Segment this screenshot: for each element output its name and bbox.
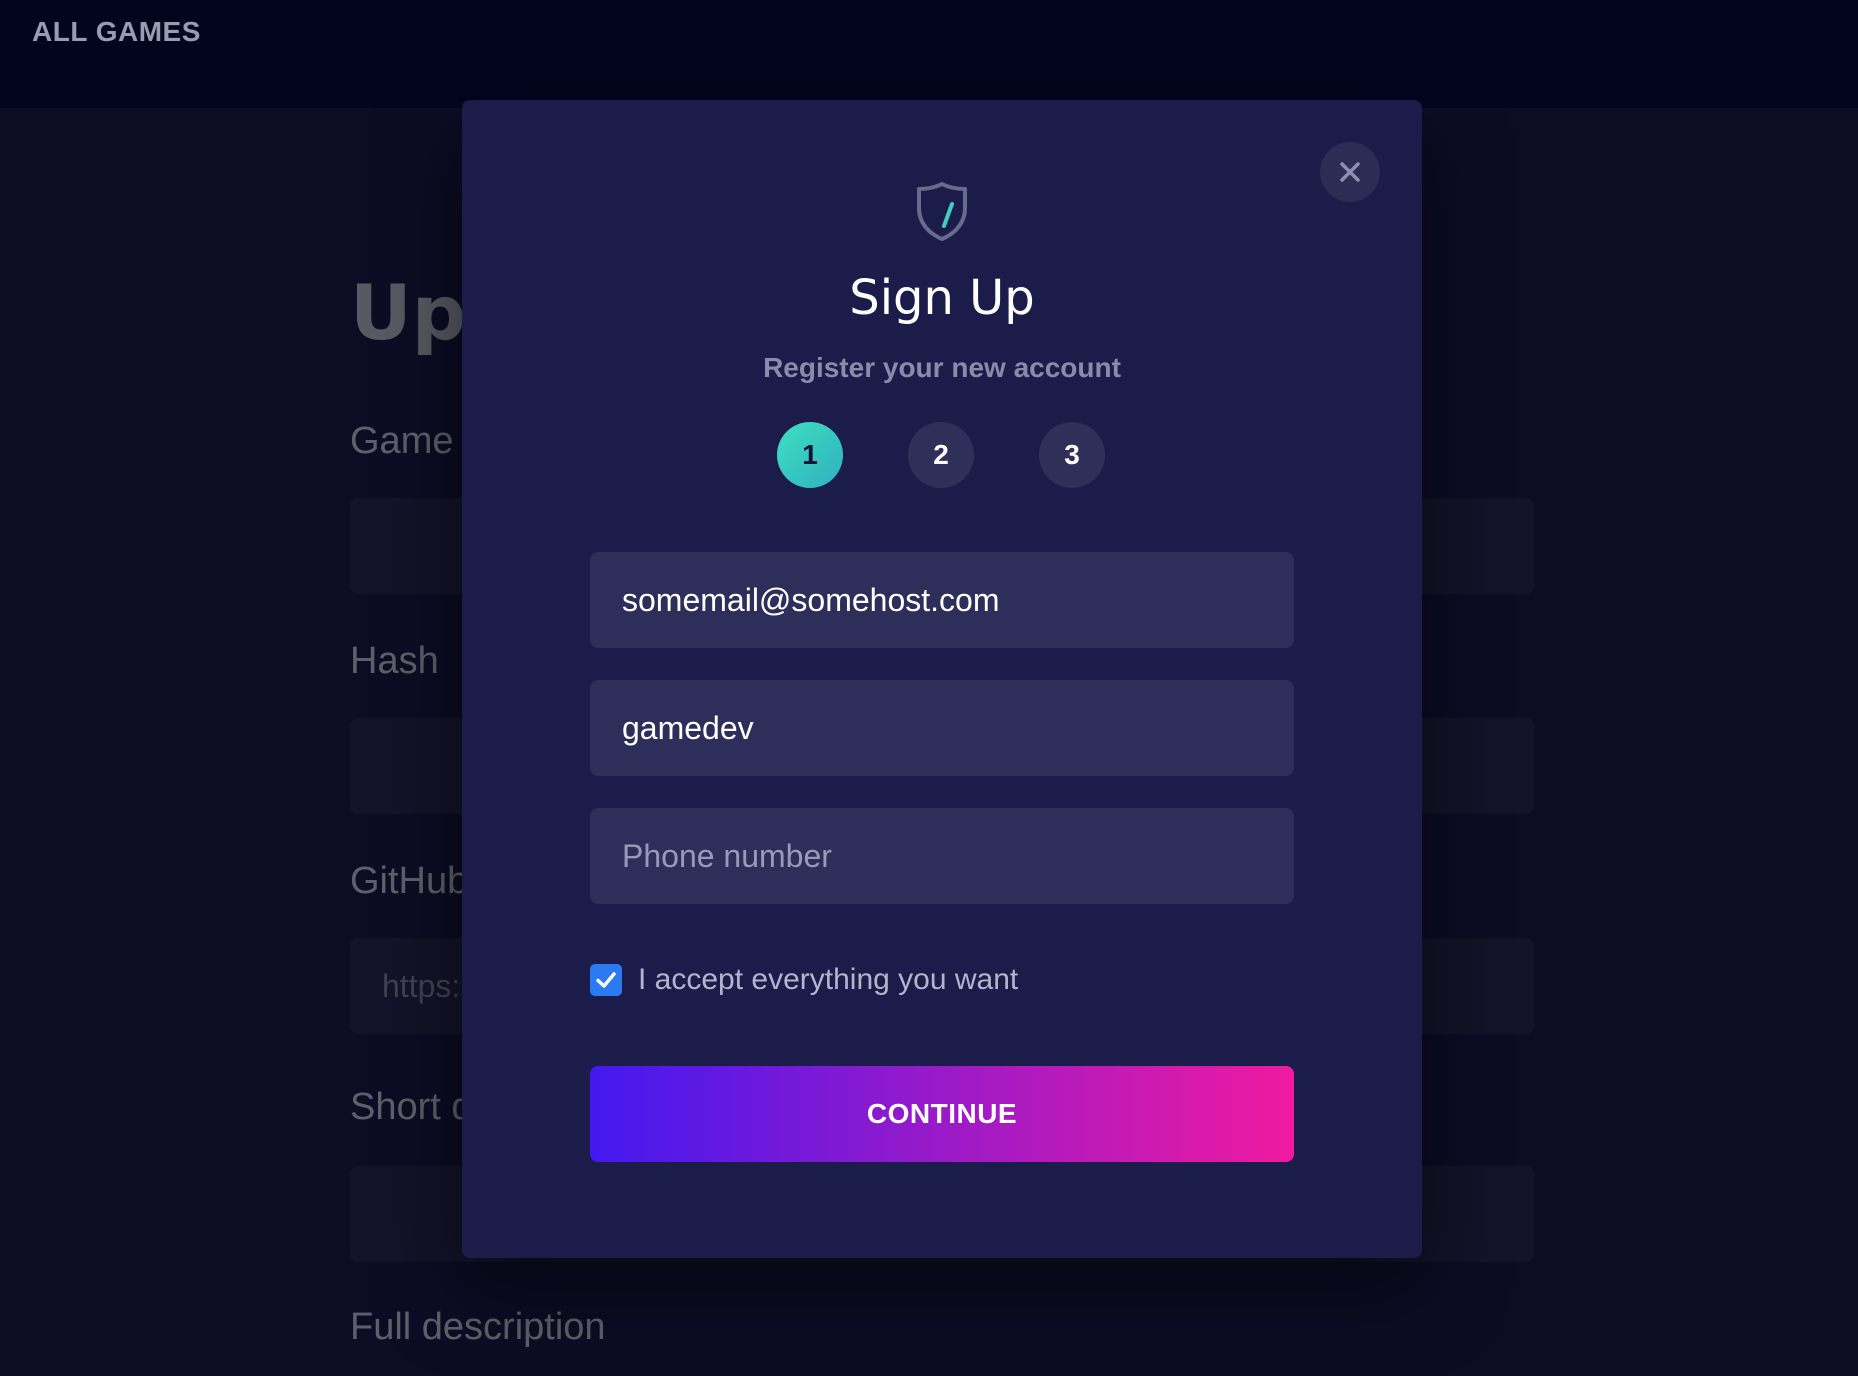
step-3[interactable]: 3 [1039, 422, 1105, 488]
terms-checkbox[interactable] [590, 964, 622, 996]
close-button[interactable] [1320, 142, 1380, 202]
username-field[interactable] [590, 680, 1294, 776]
signup-modal: Sign Up Register your new account 1 2 3 … [462, 100, 1422, 1258]
step-2[interactable]: 2 [908, 422, 974, 488]
terms-row: I accept everything you want [590, 962, 1018, 998]
step-indicator: 1 2 3 [462, 422, 1422, 488]
checkmark-icon [596, 972, 616, 988]
close-icon [1340, 162, 1360, 182]
email-field[interactable] [590, 552, 1294, 648]
terms-label: I accept everything you want [638, 963, 1019, 996]
top-navbar: ALL GAMES [0, 0, 1858, 108]
modal-subtitle: Register your new account [763, 352, 1121, 383]
phone-number-field[interactable] [590, 808, 1294, 904]
step-1[interactable]: 1 [777, 422, 843, 488]
nav-all-games-link[interactable]: ALL GAMES [32, 16, 201, 48]
continue-button[interactable]: CONTINUE [590, 1066, 1294, 1162]
modal-title: Sign Up [849, 270, 1035, 326]
shield-icon [917, 182, 967, 241]
